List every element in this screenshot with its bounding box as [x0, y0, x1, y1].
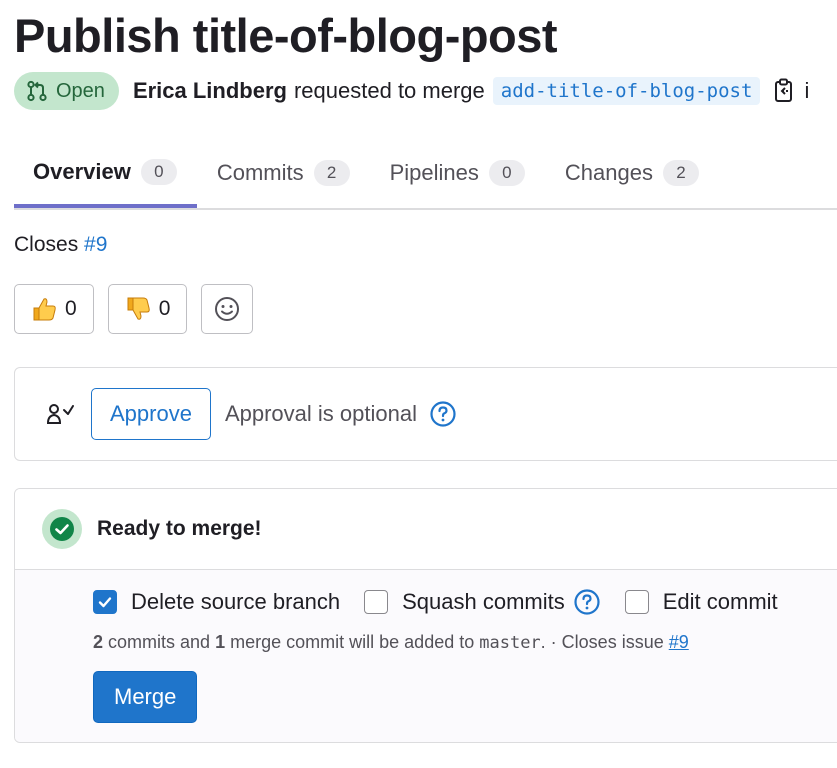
merge-request-tabs: Overview 0 Commits 2 Pipelines 0 Changes…	[14, 140, 837, 210]
delete-source-branch-checkbox[interactable]	[93, 590, 117, 614]
tab-count: 2	[662, 160, 699, 186]
tab-count: 0	[140, 159, 177, 185]
merge-summary: 2 commits and 1 merge commit will be add…	[93, 632, 689, 653]
truncated-text: i	[804, 78, 810, 103]
smiley-icon	[214, 296, 240, 322]
help-icon[interactable]	[573, 588, 601, 616]
squash-commits-checkbox[interactable]	[364, 590, 389, 614]
copy-branch-icon[interactable]	[774, 78, 796, 104]
approve-button[interactable]: Approve	[91, 388, 211, 440]
tab-changes[interactable]: Changes 2	[545, 140, 719, 206]
closes-issue-link[interactable]: #9	[84, 233, 107, 256]
delete-source-branch-label: Delete source branch	[131, 589, 341, 614]
merge-status-text: Ready to merge!	[97, 517, 262, 540]
tab-label: Changes	[564, 160, 653, 185]
tab-count: 2	[313, 160, 350, 186]
merge-options: Delete source branch Squash commits Edit…	[93, 588, 802, 616]
merge-commit-count: 1	[215, 632, 226, 652]
delete-source-branch-option[interactable]: Delete source branch	[93, 589, 340, 615]
closes-issue-text: . · Closes issue	[540, 632, 664, 652]
edit-commit-label: Edit commit	[662, 589, 778, 614]
commit-count: 2	[93, 632, 104, 652]
status-label: Open	[56, 79, 105, 102]
author-name[interactable]: Erica Lindberg	[133, 78, 287, 104]
merge-status-header: Ready to merge!	[15, 489, 837, 570]
approval-widget: Approve Approval is optional	[14, 367, 837, 461]
target-branch: master	[479, 633, 541, 653]
squash-commits-option[interactable]: Squash commits	[364, 588, 601, 616]
merge-widget: Ready to merge! Delete source branch Squ…	[14, 488, 837, 743]
thumbs-down-count: 0	[158, 297, 171, 320]
tab-label: Commits	[216, 160, 304, 185]
approval-status: Approval is optional	[224, 401, 417, 426]
closes-issue: Closes #9	[14, 233, 107, 257]
edit-commit-checkbox[interactable]	[624, 590, 649, 614]
merge-request-icon	[26, 80, 48, 102]
edit-commit-option[interactable]: Edit commit	[624, 589, 778, 615]
request-text: requested to merge	[293, 78, 485, 103]
closes-issue-link[interactable]: #9	[669, 632, 689, 652]
success-check-icon	[41, 508, 83, 550]
thumbs-up-count: 0	[65, 297, 77, 320]
thumbs-up-button[interactable]: 0	[14, 284, 94, 334]
status-badge: Open	[14, 72, 119, 110]
merge-commit-text: merge commit will be added to	[230, 632, 475, 652]
tab-commits[interactable]: Commits 2	[197, 140, 370, 206]
add-reaction-button[interactable]	[201, 284, 254, 334]
tab-label: Overview	[33, 159, 131, 184]
source-branch[interactable]: add-title-of-blog-post	[492, 77, 761, 105]
merge-options-panel: Delete source branch Squash commits Edit…	[15, 570, 837, 742]
tab-label: Pipelines	[389, 160, 479, 185]
closes-label: Closes	[14, 233, 79, 256]
page-title: Publish title-of-blog-post	[14, 9, 558, 62]
tab-overview[interactable]: Overview 0	[14, 140, 197, 208]
thumbs-up-icon	[31, 296, 57, 322]
thumbs-down-button[interactable]: 0	[107, 284, 188, 334]
thumbs-down-icon	[125, 296, 151, 322]
approvers-icon[interactable]	[45, 402, 75, 426]
merge-request-meta: Open Erica Lindberg requested to merge a…	[14, 72, 809, 110]
squash-commits-label: Squash commits	[402, 589, 565, 614]
award-emoji-bar: 0 0	[14, 284, 254, 334]
commits-text: commits and	[108, 632, 211, 652]
merge-button[interactable]: Merge	[93, 671, 198, 723]
tab-pipelines[interactable]: Pipelines 0	[370, 140, 545, 206]
help-icon[interactable]	[429, 400, 457, 428]
merge-request-page: Publish title-of-blog-post Open Erica Li…	[0, 0, 837, 768]
tab-count: 0	[488, 160, 525, 186]
